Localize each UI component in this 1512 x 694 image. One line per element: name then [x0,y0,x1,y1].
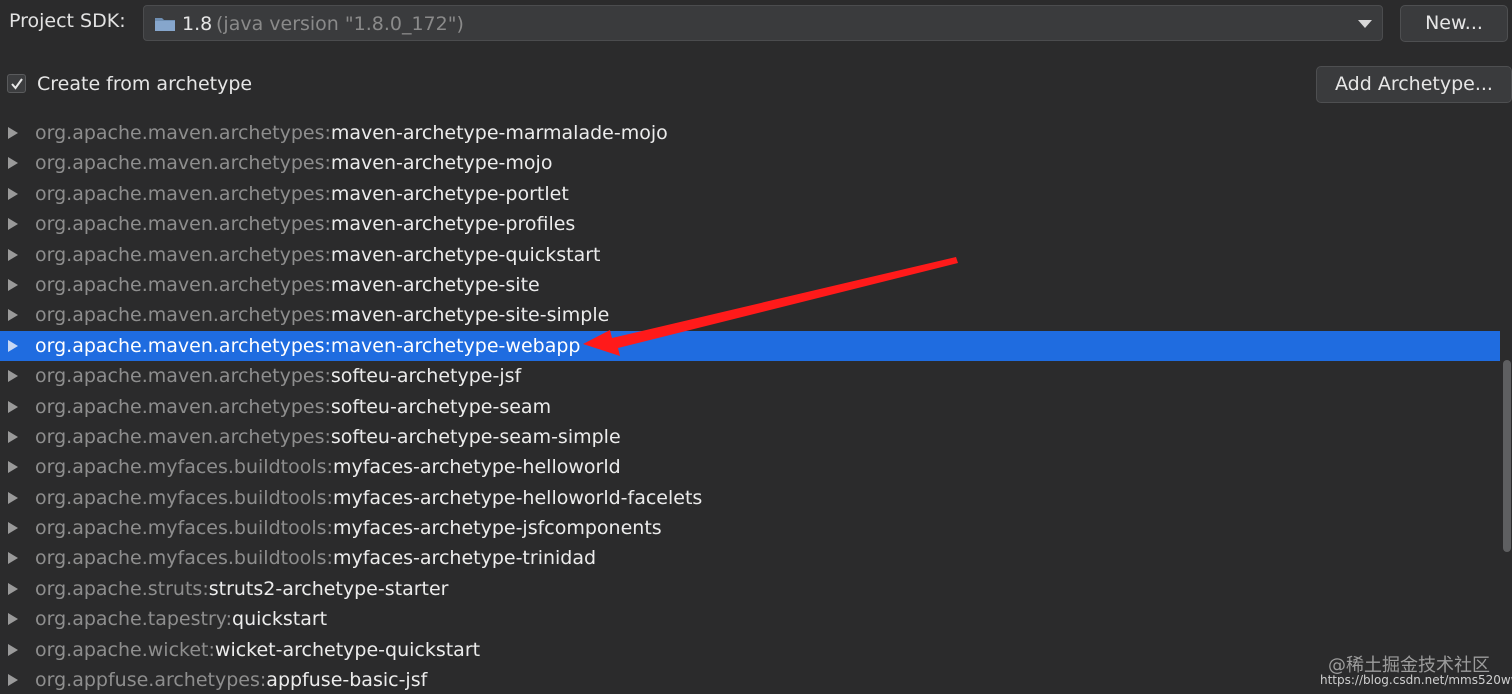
annotation-arrow [583,257,958,356]
watermark-url: https://blog.csdn.net/mms520www [1320,673,1512,687]
new-project-dialog: Project SDK: 1.8 (java version "1.8.0_17… [0,0,1512,694]
